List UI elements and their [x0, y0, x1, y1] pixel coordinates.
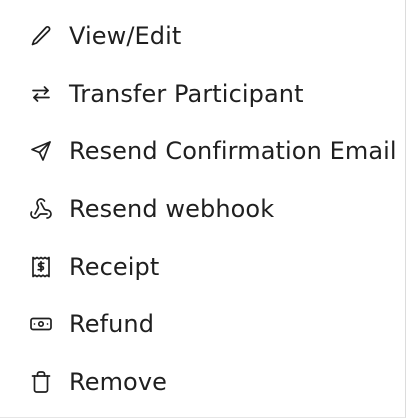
menu-item-view-edit[interactable]: View/Edit: [0, 7, 405, 65]
pencil-icon: [29, 24, 53, 48]
menu-item-resend-webhook[interactable]: Resend webhook: [0, 180, 405, 238]
menu-item-label: Receipt: [69, 252, 160, 281]
menu-item-remove[interactable]: Remove: [0, 353, 405, 411]
banknote-icon: [29, 312, 53, 336]
trash-icon: [29, 370, 53, 394]
receipt-icon: [29, 255, 53, 279]
arrows-left-right-icon: [29, 82, 53, 106]
menu-item-label: Resend webhook: [69, 194, 275, 223]
menu-item-resend-confirmation-email[interactable]: Resend Confirmation Email: [0, 122, 405, 180]
menu-item-label: Transfer Participant: [69, 79, 304, 108]
context-menu: View/Edit Transfer Participant Resend Co…: [0, 0, 406, 418]
menu-item-label: Refund: [69, 310, 155, 339]
menu-item-receipt[interactable]: Receipt: [0, 238, 405, 296]
menu-item-transfer-participant[interactable]: Transfer Participant: [0, 65, 405, 123]
menu-item-refund[interactable]: Refund: [0, 295, 405, 353]
menu-item-label: Resend Confirmation Email: [69, 137, 397, 166]
send-icon: [29, 139, 53, 163]
webhook-icon: [29, 197, 53, 221]
menu-item-label: Remove: [69, 367, 167, 396]
menu-item-label: View/Edit: [69, 21, 182, 50]
